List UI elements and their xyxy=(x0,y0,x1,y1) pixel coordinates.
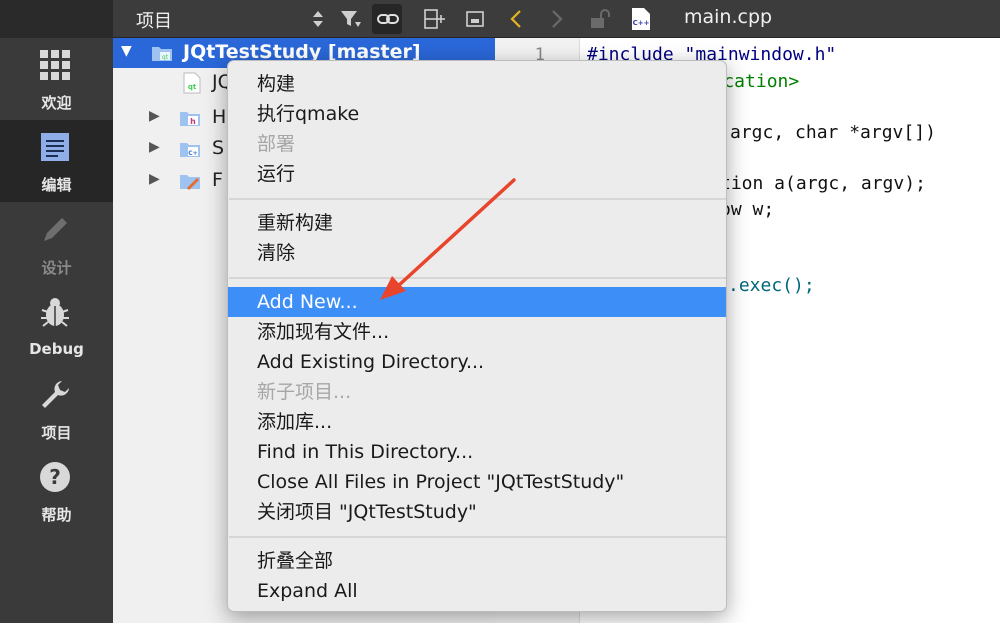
code-line: argc, char *argv[]) xyxy=(730,122,936,143)
svg-text:?: ? xyxy=(49,465,61,489)
close-pane-button[interactable] xyxy=(460,4,490,34)
svg-text:C++: C++ xyxy=(633,19,650,27)
qt-file-icon: qt xyxy=(183,72,201,94)
code-line: ow w; xyxy=(720,199,775,220)
mode-debug-label: Debug xyxy=(29,340,84,358)
svg-text:qt: qt xyxy=(162,54,169,61)
sources-folder-icon: C+ xyxy=(180,143,200,157)
mode-edit-label: 编辑 xyxy=(41,176,72,194)
tree-item-label: F xyxy=(212,169,223,191)
mode-debug[interactable]: Debug xyxy=(0,286,113,368)
code-line: tion a(argc, argv); xyxy=(720,173,926,194)
bug-icon xyxy=(41,298,69,327)
current-file-name[interactable]: main.cpp xyxy=(684,6,772,28)
mode-projects-label: 项目 xyxy=(41,424,72,442)
close-pane-icon xyxy=(466,11,484,27)
expand-arrow-icon[interactable]: ▶ xyxy=(149,139,160,155)
menu-item-close-all-files[interactable]: Close All Files in Project "JQtTestStudy… xyxy=(228,467,726,497)
tree-item-label: H xyxy=(212,106,227,128)
mode-edit[interactable]: 编辑 xyxy=(0,120,113,202)
qt-project-folder-icon: qt xyxy=(152,47,172,61)
cpp-file-icon: C++ xyxy=(632,8,650,30)
project-pane-title[interactable]: 项目 xyxy=(136,7,172,33)
menu-item-clean[interactable]: 清除 xyxy=(228,238,726,268)
help-icon: ? xyxy=(40,462,70,492)
mode-design[interactable]: 设计 xyxy=(0,203,113,285)
menu-item-add-existing-files[interactable]: 添加现有文件... xyxy=(228,317,726,347)
forward-icon[interactable] xyxy=(550,9,564,29)
headers-folder-icon: h xyxy=(180,112,200,126)
watermark-url: jingyan.baidu.com xyxy=(766,576,905,594)
filter-icon xyxy=(341,11,361,27)
split-button[interactable] xyxy=(419,4,449,34)
filter-button[interactable] xyxy=(335,4,365,34)
code-line: .exec(); xyxy=(728,275,815,296)
forms-folder-icon xyxy=(180,175,200,190)
grid-icon xyxy=(40,50,70,80)
expand-arrow-icon[interactable]: ▼ xyxy=(121,43,132,59)
mode-sidebar-top xyxy=(0,0,113,38)
expand-arrow-icon[interactable]: ▶ xyxy=(149,108,160,124)
wrench-icon xyxy=(42,381,69,408)
mode-help[interactable]: ? 帮助 xyxy=(0,450,113,532)
menu-item-expand-all[interactable]: Expand All xyxy=(228,576,726,606)
project-pane-toolbar: 项目 xyxy=(113,0,495,38)
mode-welcome[interactable]: 欢迎 xyxy=(0,38,113,120)
back-icon[interactable] xyxy=(509,9,523,29)
editor-toolbar: C++ main.cpp xyxy=(495,0,1000,38)
link-icon xyxy=(377,14,399,24)
menu-item-find-in-directory[interactable]: Find in This Directory... xyxy=(228,437,726,467)
menu-item-add-existing-directory[interactable]: Add Existing Directory... xyxy=(228,347,726,377)
svg-text:h: h xyxy=(190,117,196,126)
pane-switch-button[interactable] xyxy=(303,4,333,34)
menu-item-run-qmake[interactable]: 执行qmake xyxy=(228,99,726,129)
sync-link-button[interactable] xyxy=(372,4,402,34)
project-context-menu: 构建 执行qmake 部署 运行 重新构建 清除 Add New... 添加现有… xyxy=(227,60,727,612)
tree-item-label: S xyxy=(212,137,225,159)
menu-item-deploy[interactable]: 部署 xyxy=(228,129,726,159)
document-icon xyxy=(41,133,69,161)
pencil-icon xyxy=(44,218,67,241)
menu-item-close-project[interactable]: 关闭项目 "JQtTestStudy" xyxy=(228,497,726,527)
mode-projects[interactable]: 项目 xyxy=(0,368,113,450)
menu-item-run[interactable]: 运行 xyxy=(228,159,726,189)
sort-arrows-icon xyxy=(313,11,323,27)
menu-item-add-new[interactable]: Add New... xyxy=(228,287,726,317)
mode-help-label: 帮助 xyxy=(41,506,72,524)
mode-design-label: 设计 xyxy=(41,259,72,277)
watermark: Bai du 经验 jingyan.baidu.com xyxy=(760,515,990,623)
menu-item-new-subproject[interactable]: 新子项目... xyxy=(228,377,726,407)
menu-separator xyxy=(229,198,726,200)
lock-icon[interactable] xyxy=(589,9,611,29)
mode-selector-sidebar: 欢迎 编辑 设计 Debug 项目 ? 帮助 xyxy=(0,0,113,623)
menu-item-add-library[interactable]: 添加库... xyxy=(228,407,726,437)
menu-item-collapse-all[interactable]: 折叠全部 xyxy=(228,546,726,576)
svg-text:C+: C+ xyxy=(188,150,197,157)
menu-item-build[interactable]: 构建 xyxy=(228,69,726,99)
menu-separator xyxy=(229,277,726,279)
split-add-icon xyxy=(424,9,445,29)
expand-arrow-icon[interactable]: ▶ xyxy=(149,171,160,187)
menu-item-rebuild[interactable]: 重新构建 xyxy=(228,208,726,238)
menu-separator xyxy=(229,536,726,538)
svg-text:qt: qt xyxy=(188,83,197,91)
mode-welcome-label: 欢迎 xyxy=(41,94,72,112)
